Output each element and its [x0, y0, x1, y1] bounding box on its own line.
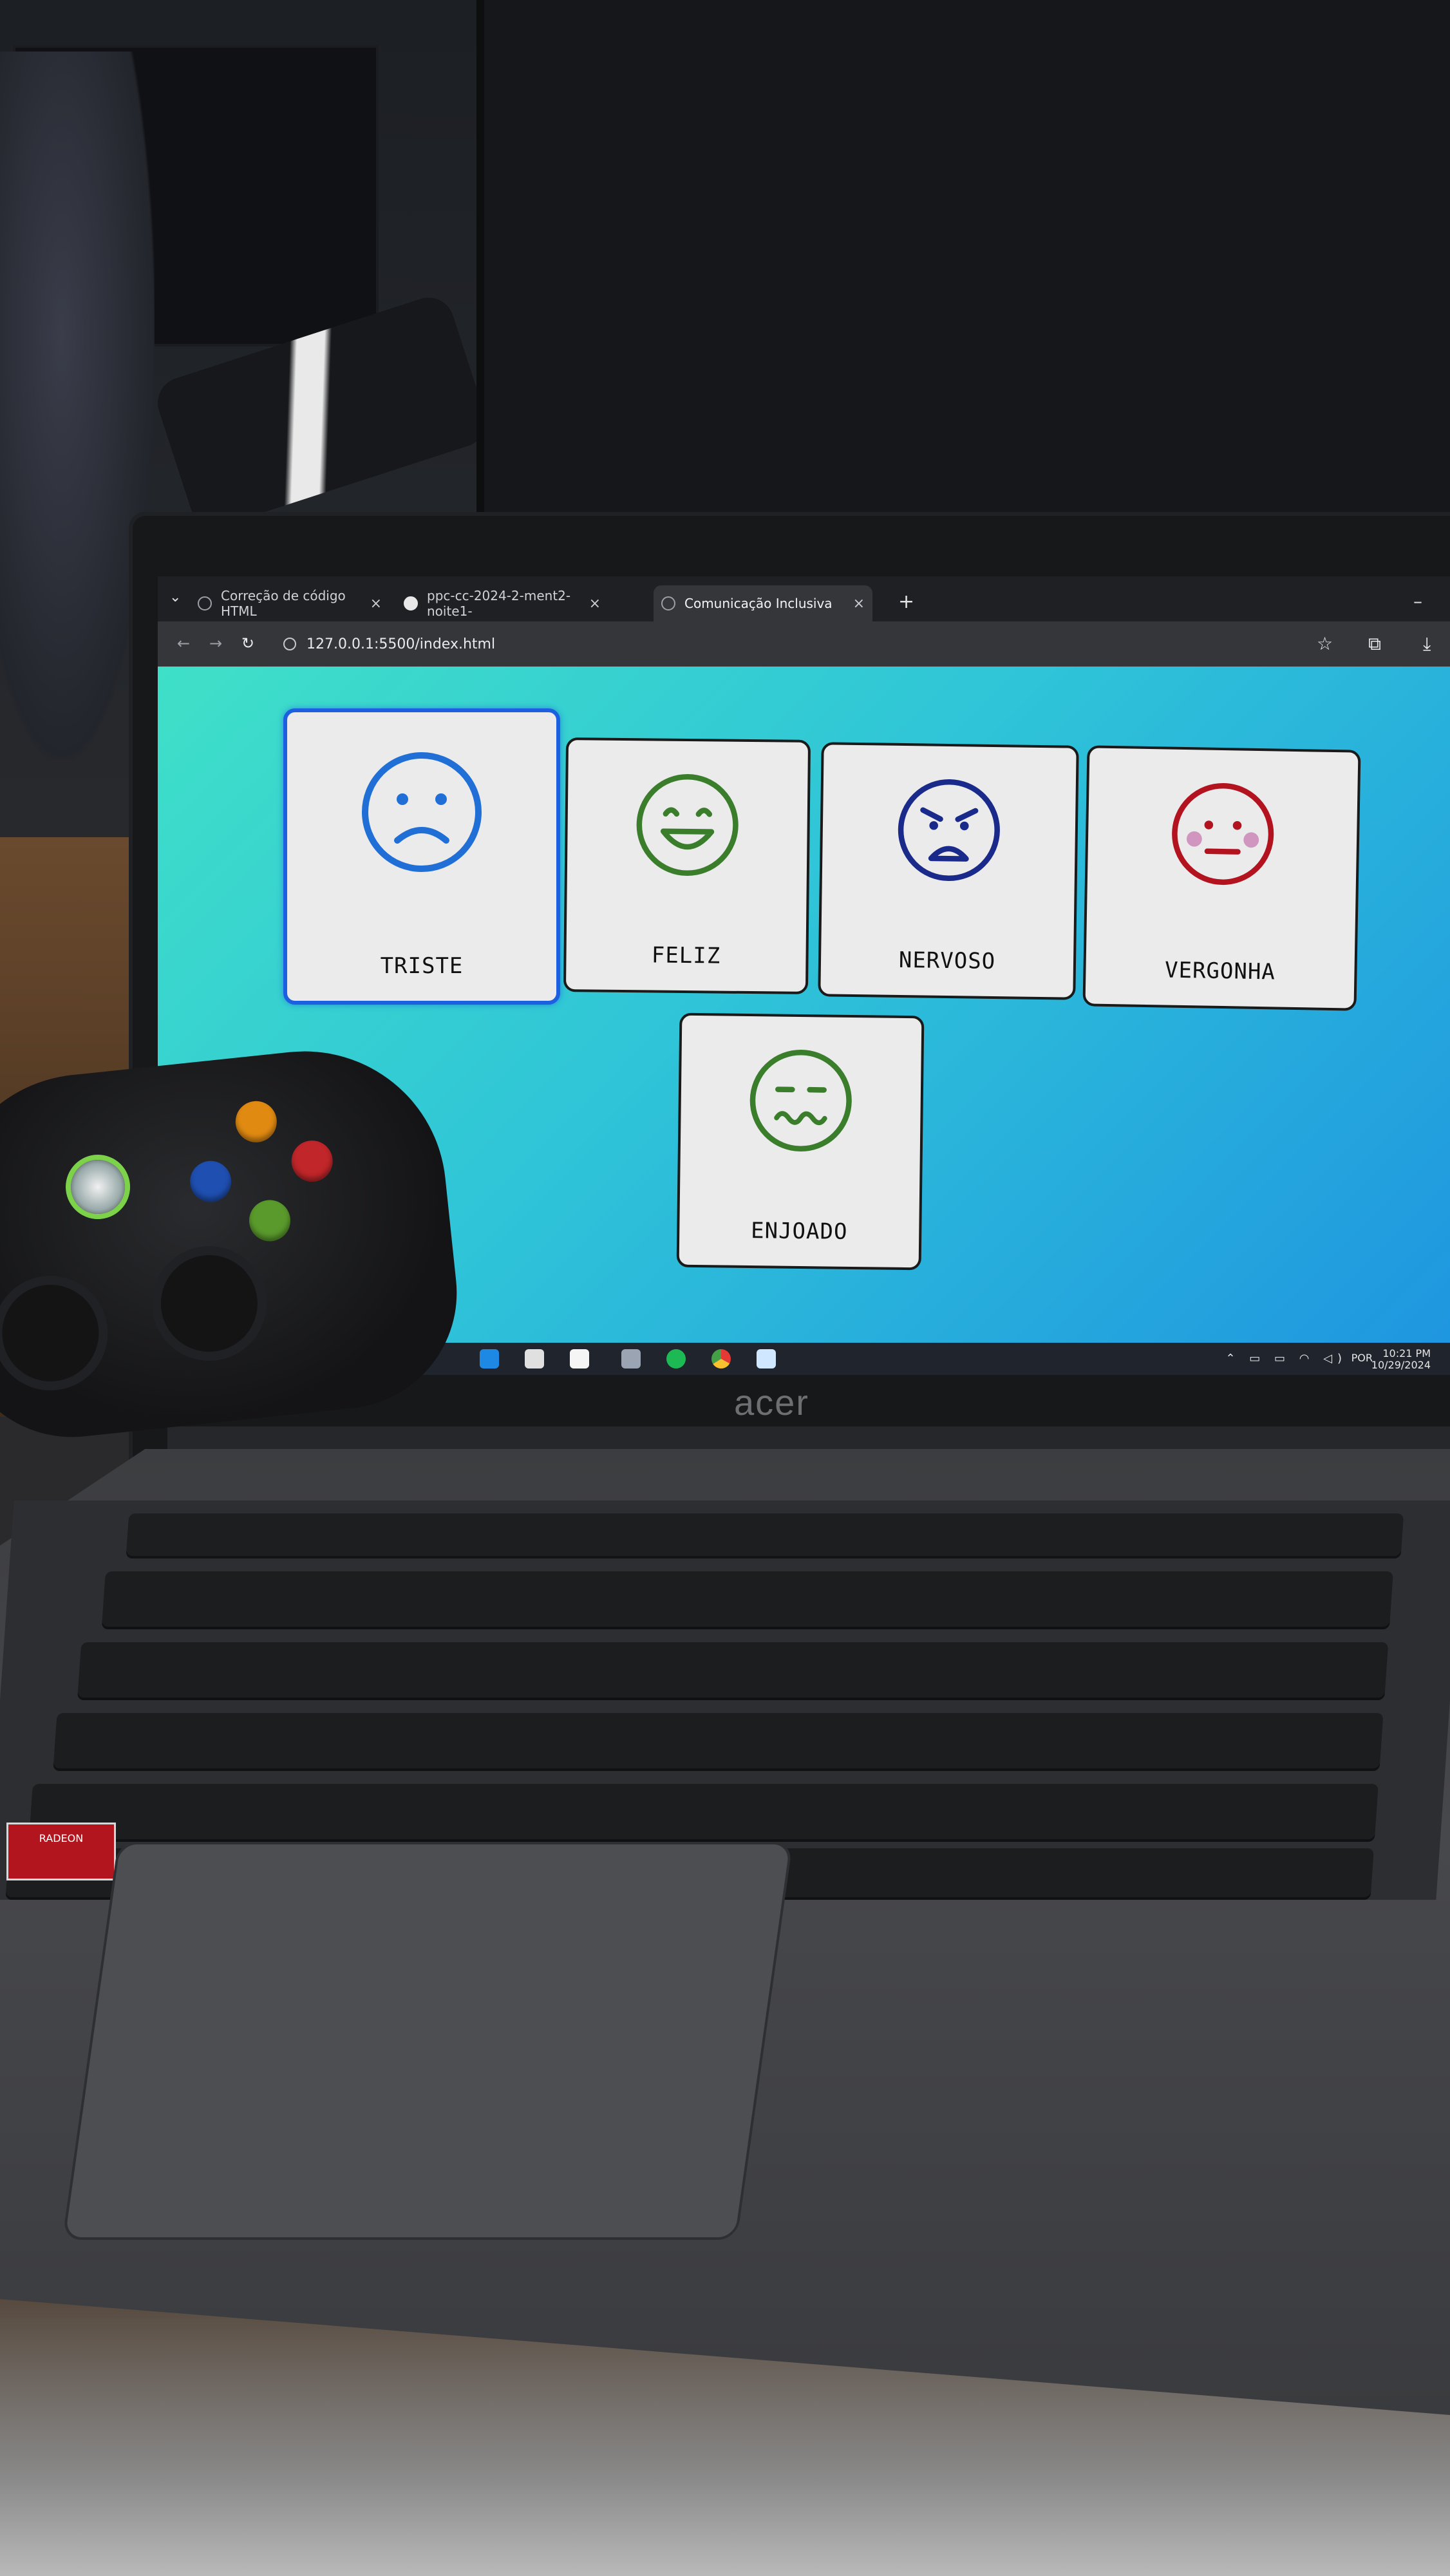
shift-key-row	[28, 1784, 1379, 1842]
taskbar-app-icon[interactable]	[525, 1349, 544, 1368]
radeon-sticker: RADEON	[6, 1823, 116, 1880]
emotion-label: FELIZ	[651, 942, 721, 969]
embarrassed-face-icon	[1171, 782, 1274, 886]
globe-icon	[661, 596, 675, 611]
spotify-icon[interactable]	[666, 1349, 686, 1368]
browser-tab-bar: ⌄ Correção de código HTML × ppc-cc-2024-…	[158, 576, 1450, 621]
guide-button	[68, 1157, 128, 1217]
emotion-label: NERVOSO	[898, 947, 996, 975]
photo-scene: ⌄ Correção de código HTML × ppc-cc-2024-…	[0, 0, 1450, 2576]
language-indicator[interactable]: POR	[1351, 1352, 1373, 1364]
close-icon[interactable]: ×	[853, 596, 865, 612]
tab-label: ppc-cc-2024-2-ment2-noite1-	[427, 588, 571, 619]
site-info-icon[interactable]	[283, 638, 296, 650]
minimize-button[interactable]: –	[1413, 591, 1422, 612]
vscode-icon[interactable]	[480, 1349, 499, 1368]
function-key-row	[126, 1513, 1404, 1558]
globe-icon	[198, 596, 212, 611]
emotion-card-triste[interactable]: TRISTE	[283, 708, 560, 1005]
directional-pad	[0, 1280, 104, 1387]
emotion-card-enjoado[interactable]: ENJOADO	[676, 1012, 925, 1271]
new-tab-button[interactable]: +	[898, 591, 914, 613]
chrome-icon[interactable]	[711, 1349, 731, 1368]
tab-label: Correção de código HTML	[221, 588, 346, 619]
number-key-row	[101, 1571, 1393, 1629]
emotion-label: VERGONHA	[1164, 957, 1276, 985]
extensions-icon[interactable]: ⧉	[1368, 633, 1381, 655]
tab-correcao[interactable]: Correção de código HTML ×	[190, 585, 390, 621]
happy-face-icon	[636, 773, 739, 876]
url-field[interactable]: 127.0.0.1:5500/index.html	[283, 632, 1313, 656]
sad-face-icon	[362, 752, 482, 872]
clock[interactable]: 10:21 PM 10/29/2024	[1371, 1348, 1431, 1371]
emotion-card-feliz[interactable]: FELIZ	[563, 737, 811, 994]
sick-face-icon	[749, 1049, 852, 1152]
reload-icon[interactable]: ↻	[241, 634, 254, 652]
game-controller	[0, 1037, 469, 1449]
y-button	[233, 1099, 279, 1144]
forward-arrow-icon[interactable]: →	[209, 634, 222, 652]
clock-date: 10/29/2024	[1371, 1359, 1431, 1371]
keyboard	[0, 1501, 1450, 1900]
clock-time: 10:21 PM	[1382, 1347, 1431, 1359]
laptop-brand-logo: acer	[734, 1382, 809, 1423]
close-icon[interactable]: ×	[370, 596, 382, 612]
emotion-card-nervoso[interactable]: NERVOSO	[818, 742, 1079, 1000]
tab-label: Comunicação Inclusiva	[684, 596, 833, 611]
tab-github[interactable]: ppc-cc-2024-2-ment2-noite1- ×	[396, 585, 608, 621]
network-app-icon[interactable]	[621, 1349, 641, 1368]
a-button	[247, 1198, 293, 1244]
close-icon[interactable]: ×	[589, 596, 601, 612]
bookmark-star-icon[interactable]: ☆	[1317, 633, 1333, 654]
emotion-label: TRISTE	[380, 953, 464, 979]
tab-comunicacao-inclusiva[interactable]: Comunicação Inclusiva ×	[654, 585, 872, 621]
emotion-card-vergonha[interactable]: VERGONHA	[1082, 745, 1361, 1011]
touchpad	[62, 1842, 793, 2240]
background-monitor	[476, 0, 1450, 515]
right-thumbstick	[156, 1250, 263, 1357]
emotion-label: ENJOADO	[750, 1218, 848, 1245]
system-tray-icons[interactable]: ⌃ ▭ ▭ ◠ ◁)	[1225, 1352, 1347, 1365]
angry-face-icon	[898, 779, 1000, 882]
home-key-row	[53, 1713, 1384, 1771]
github-icon	[404, 596, 418, 611]
qwerty-key-row	[77, 1642, 1389, 1700]
tab-search-icon[interactable]: ⌄	[169, 589, 181, 605]
b-button	[289, 1138, 335, 1184]
back-arrow-icon[interactable]: ←	[177, 634, 190, 652]
browser-address-bar: ← → ↻ 127.0.0.1:5500/index.html ☆ ⧉ ⤓	[158, 621, 1450, 667]
url-text: 127.0.0.1:5500/index.html	[306, 636, 496, 652]
notion-icon[interactable]	[570, 1349, 589, 1368]
taskbar-window-icon[interactable]	[757, 1349, 776, 1368]
x-button	[187, 1159, 234, 1204]
download-icon[interactable]: ⤓	[1423, 633, 1431, 655]
